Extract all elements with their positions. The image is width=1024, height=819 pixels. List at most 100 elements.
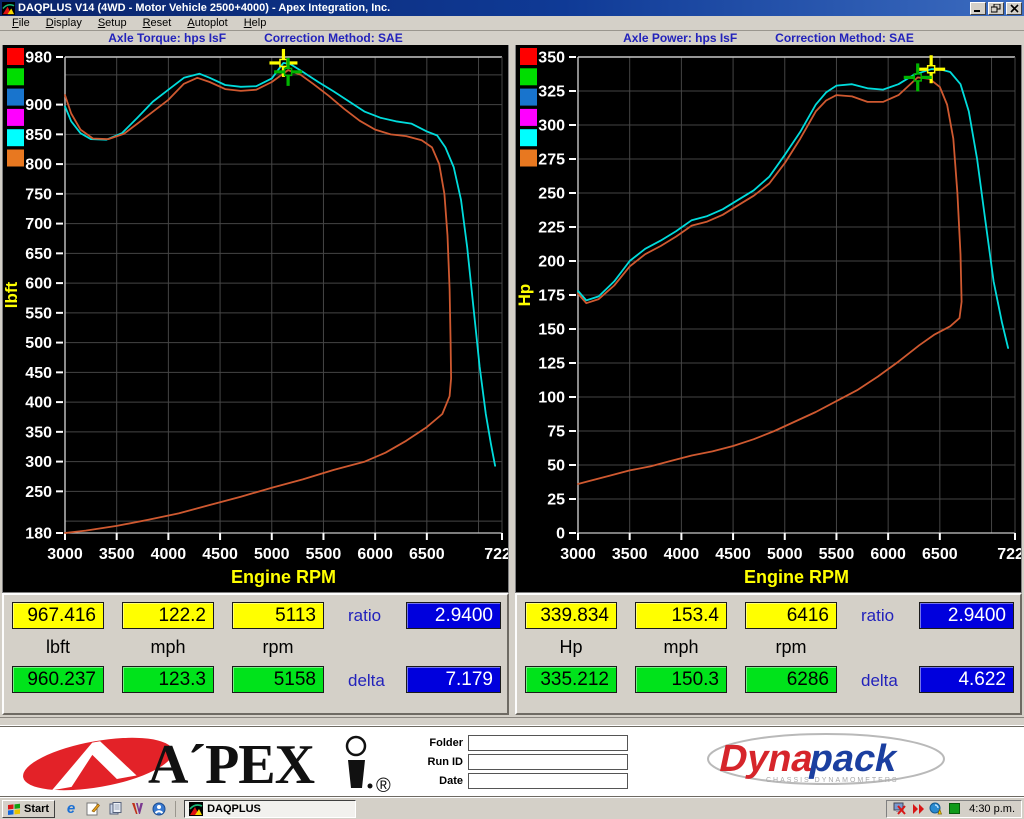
menu-autoplot[interactable]: Autoplot [179, 16, 235, 30]
svg-text:6500: 6500 [409, 546, 445, 563]
menu-display[interactable]: Display [38, 16, 90, 30]
minimize-button[interactable] [970, 2, 986, 15]
legend-swatch[interactable] [520, 150, 537, 167]
svg-text:750: 750 [25, 186, 52, 203]
power-readout-panel: 339.834 153.4 6416 ratio 2.9400 Hp mph r… [515, 593, 1022, 715]
desktop-screen: DAQPLUS V14 (4WD - Motor Vehicle 2500+40… [0, 0, 1024, 819]
close-icon[interactable] [1006, 2, 1022, 15]
channel-legend[interactable] [7, 48, 24, 167]
svg-text:A´PEX: A´PEX [148, 734, 315, 794]
menu-reset[interactable]: Reset [135, 16, 180, 30]
window-titlebar[interactable]: DAQPLUS V14 (4WD - Motor Vehicle 2500+40… [0, 0, 1024, 16]
power-mph-label: mph [635, 637, 727, 658]
torque-chart-area: 9809008508007507006506005505004504003503… [2, 45, 509, 593]
task-button-label: DAQPLUS [207, 803, 261, 815]
daqplus-app-icon[interactable] [2, 2, 15, 15]
internet-explorer-icon[interactable]: e [63, 801, 79, 817]
fast-forward-icon[interactable] [911, 802, 925, 816]
run-info-form: Folder Run ID Date [403, 735, 628, 789]
svg-text:6000: 6000 [357, 546, 393, 563]
svg-text:5500: 5500 [306, 546, 342, 563]
legend-swatch[interactable] [520, 68, 537, 85]
svg-text:275: 275 [538, 152, 565, 169]
svg-text:5000: 5000 [254, 546, 290, 563]
restore-button[interactable] [988, 2, 1004, 15]
network-offline-icon[interactable] [893, 802, 907, 816]
y-axis-label: Hp [516, 284, 534, 307]
torque-cursor1-rpm: 5113 [232, 602, 324, 629]
torque-cursor1-value: 967.416 [12, 602, 104, 629]
grid-lines [578, 57, 1015, 533]
torque-chart-title: Axle Torque: hps IsF [108, 31, 226, 45]
menu-help[interactable]: Help [236, 16, 275, 30]
menu-bar: File Display Setup Reset Autoplot Help [0, 16, 1024, 31]
legend-swatch[interactable] [7, 109, 24, 126]
torque-ratio-label: ratio [348, 606, 406, 626]
power-cursor2-mph: 150.3 [635, 666, 727, 693]
legend-swatch[interactable] [7, 89, 24, 106]
channel-legend[interactable] [520, 48, 537, 167]
run-id-input[interactable] [468, 754, 628, 770]
svg-text:250: 250 [25, 484, 52, 501]
power-correction-method: Correction Method: SAE [775, 31, 914, 45]
legend-swatch[interactable] [520, 89, 537, 106]
svg-text:100: 100 [538, 390, 565, 407]
legend-swatch[interactable] [520, 109, 537, 126]
torque-plot[interactable]: 9809008508007507006506005505004504003503… [3, 45, 508, 592]
menu-setup[interactable]: Setup [90, 16, 135, 30]
svg-text:850: 850 [25, 127, 52, 144]
folder-input[interactable] [468, 735, 628, 751]
taskbar-button-daqplus[interactable]: DAQPLUS [184, 800, 356, 818]
torque-ratio-value: 2.9400 [406, 602, 501, 629]
power-delta-value: 4.622 [919, 666, 1014, 693]
svg-text:175: 175 [538, 288, 565, 305]
documents-icon[interactable] [107, 801, 123, 817]
legend-swatch[interactable] [520, 48, 537, 65]
power-plot[interactable]: 3503253002752502252001751501251007550250… [516, 45, 1021, 592]
messenger-icon[interactable] [151, 801, 167, 817]
menu-file[interactable]: File [4, 16, 38, 30]
legend-swatch[interactable] [7, 150, 24, 167]
power-ratio-label: ratio [861, 606, 919, 626]
date-input[interactable] [468, 773, 628, 789]
torque-correction-method: Correction Method: SAE [264, 31, 403, 45]
svg-text:5500: 5500 [819, 546, 855, 563]
svg-text:4000: 4000 [664, 546, 700, 563]
compose-mail-icon[interactable] [85, 801, 101, 817]
window-title: DAQPLUS V14 (4WD - Motor Vehicle 2500+40… [18, 0, 970, 16]
legend-swatch[interactable] [7, 68, 24, 85]
status-square-icon[interactable] [947, 802, 961, 816]
torque-delta-value: 7.179 [406, 666, 501, 693]
taskbar: Start e [0, 797, 1024, 819]
torque-cursor2-value: 960.237 [12, 666, 104, 693]
svg-text:980: 980 [25, 50, 52, 67]
y-axis: 9809008508007507006506005505004504003503… [25, 50, 63, 543]
dynapack-dyna: Dyna [716, 737, 819, 780]
start-button[interactable]: Start [2, 800, 55, 818]
taskbar-clock[interactable]: 4:30 p.m. [965, 803, 1015, 815]
svg-text:4500: 4500 [202, 546, 238, 563]
power-chart-panel: Axle Power: hps IsF Correction Method: S… [515, 31, 1022, 591]
axle-power-run [578, 77, 962, 484]
power-ratio-value: 2.9400 [919, 602, 1014, 629]
torque-mph-label: mph [122, 637, 214, 658]
svg-text:800: 800 [25, 157, 52, 174]
svg-text:500: 500 [25, 335, 52, 352]
svg-text:3500: 3500 [99, 546, 135, 563]
svg-text:200: 200 [538, 254, 565, 271]
apexi-registered-mark: ® [376, 775, 391, 794]
power-chart-title: Axle Power: hps IsF [623, 31, 737, 45]
update-warning-icon[interactable] [929, 802, 943, 816]
svg-text:600: 600 [25, 276, 52, 293]
axle-torque-run [65, 70, 451, 533]
legend-swatch[interactable] [7, 129, 24, 146]
legend-swatch[interactable] [520, 129, 537, 146]
svg-text:300: 300 [538, 118, 565, 135]
svg-text:3000: 3000 [47, 546, 83, 563]
readouts-row: 967.416 122.2 5113 ratio 2.9400 lbft mph… [0, 591, 1024, 717]
x-axis-label: Engine RPM [744, 567, 849, 587]
svg-text:4500: 4500 [715, 546, 751, 563]
legend-swatch[interactable] [7, 48, 24, 65]
media-player-icon[interactable] [129, 801, 145, 817]
svg-text:125: 125 [538, 356, 565, 373]
